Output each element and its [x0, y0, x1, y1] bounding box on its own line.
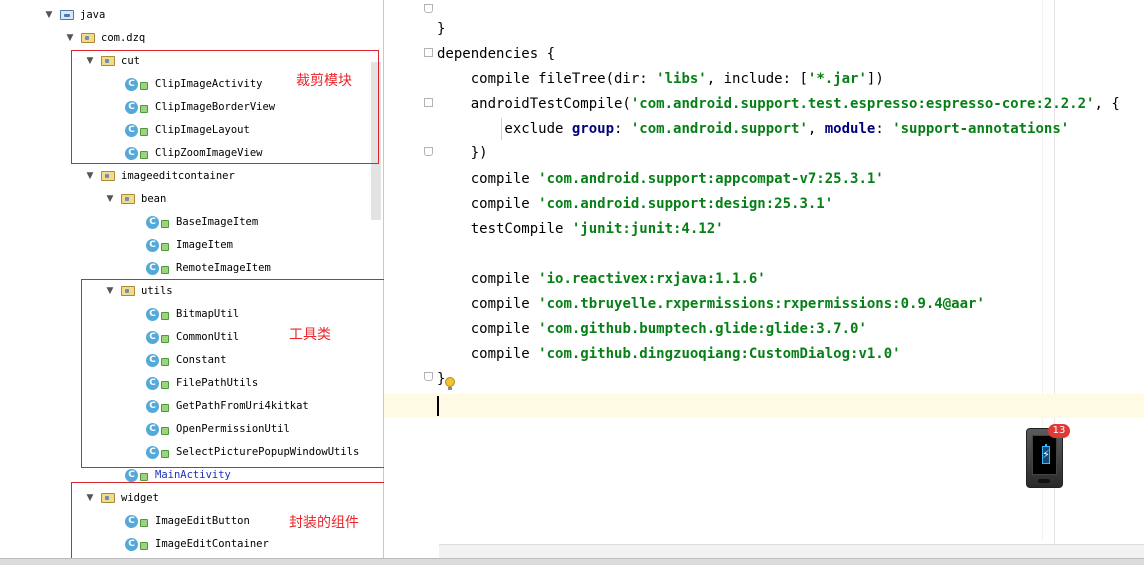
code-line: compile 'com.android.support:design:25.3…: [437, 196, 834, 212]
package-icon: [81, 33, 95, 43]
tree-row-label: bean: [141, 193, 167, 205]
code-line: compile 'com.github.dingzuoqiang:CustomD…: [437, 346, 901, 362]
class-icon: C: [146, 261, 159, 275]
tree-row-label: imageeditcontainer: [121, 170, 235, 182]
source-folder-icon: [60, 10, 74, 20]
class-icon: C: [146, 215, 159, 229]
phone-screen: ⚡: [1032, 435, 1057, 475]
class-icon: C: [146, 238, 159, 252]
tree-row-label: com.dzq: [101, 32, 146, 44]
notification-badge: 13: [1048, 424, 1070, 438]
tree-row-label: RemoteImageItem: [176, 262, 271, 274]
tree-row-java[interactable]: ▼ java: [42, 5, 106, 25]
annotation-label-utils: 工具类: [289, 327, 331, 343]
text-caret: [437, 396, 439, 416]
annotation-label-cut: 裁剪模块: [296, 73, 352, 89]
code-line: compile 'com.android.support:appcompat-v…: [437, 171, 884, 187]
access-modifier-icon: [140, 472, 148, 481]
tree-row-bean[interactable]: ▼ bean: [103, 189, 167, 209]
tree-row-class[interactable]: C RemoteImageItem: [146, 258, 271, 278]
expand-arrow-icon[interactable]: ▼: [63, 33, 77, 43]
code-line: }: [437, 371, 446, 387]
fold-marker-icon[interactable]: [424, 48, 433, 57]
code-line: compile 'com.github.bumptech.glide:glide…: [437, 321, 867, 337]
code-line: compile 'com.tbruyelle.rxpermissions:rxp…: [437, 296, 985, 312]
class-icon: C: [125, 468, 138, 482]
package-icon: [121, 194, 135, 204]
access-modifier-icon: [161, 219, 169, 228]
code-line: compile 'io.reactivex:rxjava:1.1.6': [437, 271, 766, 287]
fold-marker-icon[interactable]: [424, 4, 433, 13]
tree-row-label: MainActivity: [155, 469, 231, 481]
code-line: androidTestCompile('com.android.support.…: [437, 96, 1120, 112]
tree-row-label: ImageItem: [176, 239, 233, 251]
phone-home-button: [1038, 479, 1050, 483]
annotation-box-cut: [71, 50, 379, 164]
tree-row-imageeditcontainer[interactable]: ▼ imageeditcontainer: [83, 166, 235, 186]
annotation-label-widget: 封装的组件: [289, 515, 359, 531]
expand-arrow-icon[interactable]: ▼: [103, 194, 117, 204]
fold-marker-icon[interactable]: [424, 147, 433, 156]
tree-row-com-dzq[interactable]: ▼ com.dzq: [63, 28, 146, 48]
package-icon: [101, 171, 115, 181]
code-line: exclude group: 'com.android.support', mo…: [437, 121, 1070, 137]
expand-arrow-icon[interactable]: ▼: [42, 10, 56, 20]
lightbulb-icon[interactable]: [445, 377, 455, 390]
fold-marker-icon[interactable]: [424, 98, 433, 107]
current-line-highlight: [384, 394, 1144, 418]
access-modifier-icon: [161, 242, 169, 251]
access-modifier-icon: [161, 265, 169, 274]
battery-charging-icon: ⚡: [1042, 444, 1050, 464]
horizontal-scrollbar[interactable]: [439, 544, 1144, 558]
fold-marker-icon[interactable]: [424, 372, 433, 381]
code-line: dependencies {: [437, 46, 556, 62]
code-line: }: [437, 21, 446, 37]
expand-arrow-icon[interactable]: ▼: [83, 171, 97, 181]
tree-row-label: java: [80, 9, 106, 21]
annotation-box-widget: [71, 482, 423, 560]
code-line: compile fileTree(dir: 'libs', include: […: [437, 71, 884, 87]
code-line: }): [437, 145, 488, 161]
tree-row-label: BaseImageItem: [176, 216, 259, 228]
tree-row-class[interactable]: C BaseImageItem: [146, 212, 258, 232]
tree-row-class[interactable]: C ImageItem: [146, 235, 233, 255]
code-line: testCompile 'junit:junit:4.12': [437, 221, 724, 237]
